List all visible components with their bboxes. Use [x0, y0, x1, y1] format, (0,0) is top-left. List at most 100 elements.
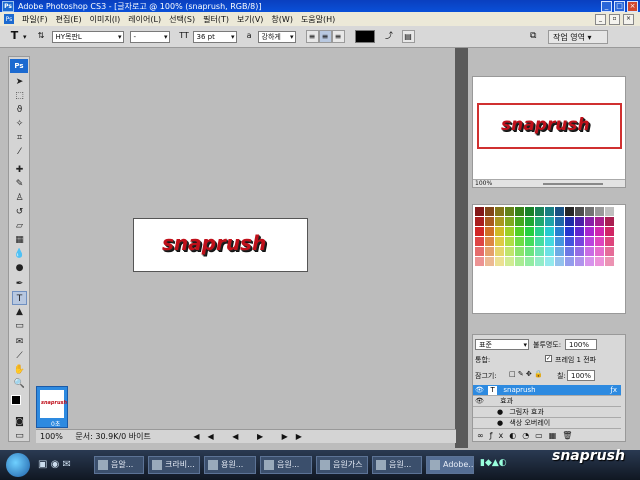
path-selection-tool-icon[interactable]: ▲ [12, 305, 27, 319]
marquee-tool-icon[interactable]: ⬚ [12, 89, 27, 103]
shape-tool-icon[interactable]: ▭ [12, 319, 27, 333]
tool-preset-chevron-icon[interactable]: ▾ [23, 33, 27, 41]
type-tool-icon[interactable]: T [8, 30, 21, 43]
blur-tool-icon[interactable]: 💧 [12, 247, 27, 261]
color-swatch [535, 247, 544, 256]
taskbar-item[interactable]: 음원... [372, 456, 422, 474]
taskbar-item[interactable]: 음알... [94, 456, 144, 474]
fill-field[interactable]: 100% [567, 370, 595, 381]
anti-alias-select[interactable]: 강하게 ▾ [257, 30, 296, 43]
foreground-color-swatch[interactable] [11, 395, 21, 405]
color-swatch [535, 227, 544, 236]
zoom-tool-icon[interactable]: 🔍 [12, 377, 27, 391]
color-swatch [595, 227, 604, 236]
color-swatch [485, 227, 494, 236]
swatch-grid[interactable] [475, 207, 627, 267]
layer-row-drop-shadow[interactable]: ● 그림자 효과 [473, 407, 621, 418]
notes-tool-icon[interactable]: ✉ [12, 335, 27, 349]
healing-brush-tool-icon[interactable]: ✚ [12, 163, 27, 177]
document-canvas[interactable]: snaprush [133, 218, 308, 272]
clone-stamp-tool-icon[interactable]: ♙ [12, 191, 27, 205]
animation-frame-thumbnail[interactable]: snaprush 0초 [36, 386, 68, 428]
layer-row-color-overlay[interactable]: ● 색상 오버레이 [473, 418, 621, 429]
taskbar-item-photoshop[interactable]: Adobe... [426, 456, 474, 474]
color-swatch [545, 217, 554, 226]
bridge-icon[interactable]: ⧉ [530, 31, 544, 43]
pen-tool-icon[interactable]: ✒ [12, 277, 27, 291]
menu-filter[interactable]: 필터(T) [203, 14, 229, 25]
crop-tool-icon[interactable]: ⌗ [12, 131, 27, 145]
menu-window[interactable]: 창(W) [271, 14, 293, 25]
frame-delay-label[interactable]: 0초 [51, 419, 60, 428]
lasso-tool-icon[interactable]: ϑ [12, 103, 27, 117]
brush-tool-icon[interactable]: ✎ [12, 177, 27, 191]
gradient-tool-icon[interactable]: ▦ [12, 233, 27, 247]
menu-image[interactable]: 이미지(I) [90, 14, 121, 25]
color-swatch [565, 237, 574, 246]
propagate-checkbox[interactable]: ✓ [545, 355, 552, 362]
system-tray-icons[interactable]: ▮◆▲◐ [480, 458, 507, 468]
layer-row-snaprush[interactable]: 👁 T snaprush ƒx [473, 385, 621, 396]
font-size-select[interactable]: 36 pt ▾ [192, 30, 237, 43]
effect-eye-icon[interactable]: ● [497, 408, 503, 416]
dodge-tool-icon[interactable]: ● [12, 261, 27, 275]
menu-help[interactable]: 도움말(H) [301, 14, 335, 25]
opacity-field[interactable]: 100% [565, 339, 597, 350]
eyedropper-tool-icon[interactable]: ⟋ [12, 349, 27, 363]
screen-mode-icon[interactable]: ▭ [12, 429, 27, 443]
color-swatch [525, 217, 534, 226]
menu-edit[interactable]: 편집(E) [56, 14, 82, 25]
status-zoom[interactable]: 100% [40, 432, 63, 441]
hand-tool-icon[interactable]: ✋ [12, 363, 27, 377]
taskbar-item[interactable]: 음원가스 [316, 456, 368, 474]
text-orientation-icon[interactable]: ⇅ [35, 30, 48, 43]
color-swatch [565, 217, 574, 226]
align-right-button[interactable]: ≡ [331, 30, 345, 43]
layers-bottom-toolbar[interactable]: ∞ƒx◐◔▭▦🗑 [477, 431, 578, 440]
doc-close-button[interactable]: × [623, 13, 634, 25]
color-swatch [545, 257, 554, 266]
quick-mask-icon[interactable]: ◙ [12, 415, 27, 429]
history-brush-tool-icon[interactable]: ↺ [12, 205, 27, 219]
taskbar-item[interactable]: 용원... [204, 456, 256, 474]
character-panel-icon[interactable]: ▤ [401, 30, 415, 43]
navigator-thumbnail-text: snaprush [501, 115, 590, 135]
visibility-eye-icon[interactable]: 👁 [475, 397, 484, 405]
minimize-button[interactable]: _ [601, 1, 612, 12]
layer-row-effects[interactable]: 👁 효과 [473, 396, 621, 407]
menu-layer[interactable]: 레이어(L) [128, 14, 161, 25]
taskbar-item[interactable]: 크라비... [148, 456, 200, 474]
menu-view[interactable]: 보기(V) [237, 14, 263, 25]
effect-eye-icon[interactable]: ● [497, 419, 503, 427]
font-style-select[interactable]: - ▾ [129, 30, 170, 43]
lock-icons[interactable]: □ ✎ ✥ 🔒 [509, 370, 543, 378]
start-button[interactable] [6, 453, 30, 477]
move-tool-icon[interactable]: ➤ [12, 75, 27, 89]
maximize-button[interactable]: □ [614, 1, 625, 12]
align-center-button[interactable]: ≡ [318, 30, 332, 43]
menu-file[interactable]: 파일(F) [22, 14, 48, 25]
menu-bar: Ps 파일(F) 편집(E) 이미지(I) 레이어(L) 선택(S) 필터(T)… [0, 12, 640, 26]
text-color-swatch[interactable] [354, 30, 375, 43]
eraser-tool-icon[interactable]: ▱ [12, 219, 27, 233]
magic-wand-tool-icon[interactable]: ✧ [12, 117, 27, 131]
navigator-zoom-slider[interactable] [543, 183, 603, 185]
doc-minimize-button[interactable]: _ [595, 13, 606, 25]
close-button[interactable]: × [627, 1, 638, 12]
font-family-select[interactable]: HY목판L ▾ [51, 30, 124, 43]
align-left-button[interactable]: ≡ [305, 30, 319, 43]
menu-select[interactable]: 선택(S) [169, 14, 195, 25]
navigator-view-box[interactable]: snaprush [477, 103, 622, 149]
animation-controls[interactable]: ◀◀ ◀ ▶ ▶▶ [193, 432, 310, 441]
warp-text-icon[interactable]: ⤴ [383, 30, 396, 43]
navigator-zoom-value[interactable]: 100% [475, 180, 492, 187]
slice-tool-icon[interactable]: ⁄ [12, 145, 27, 159]
workspace-button[interactable]: 작업 영역 ▾ [548, 30, 608, 44]
quick-launch-icons[interactable]: ▣ ◉ ✉ [38, 459, 71, 470]
taskbar-item[interactable]: 음원... [260, 456, 312, 474]
visibility-eye-icon[interactable]: 👁 [475, 386, 484, 394]
type-tool-icon[interactable]: T [12, 291, 27, 305]
doc-restore-button[interactable]: ▫ [609, 13, 620, 25]
fx-icon[interactable]: ƒx [610, 385, 617, 395]
blend-mode-select[interactable]: 표준 ▾ [475, 339, 529, 350]
